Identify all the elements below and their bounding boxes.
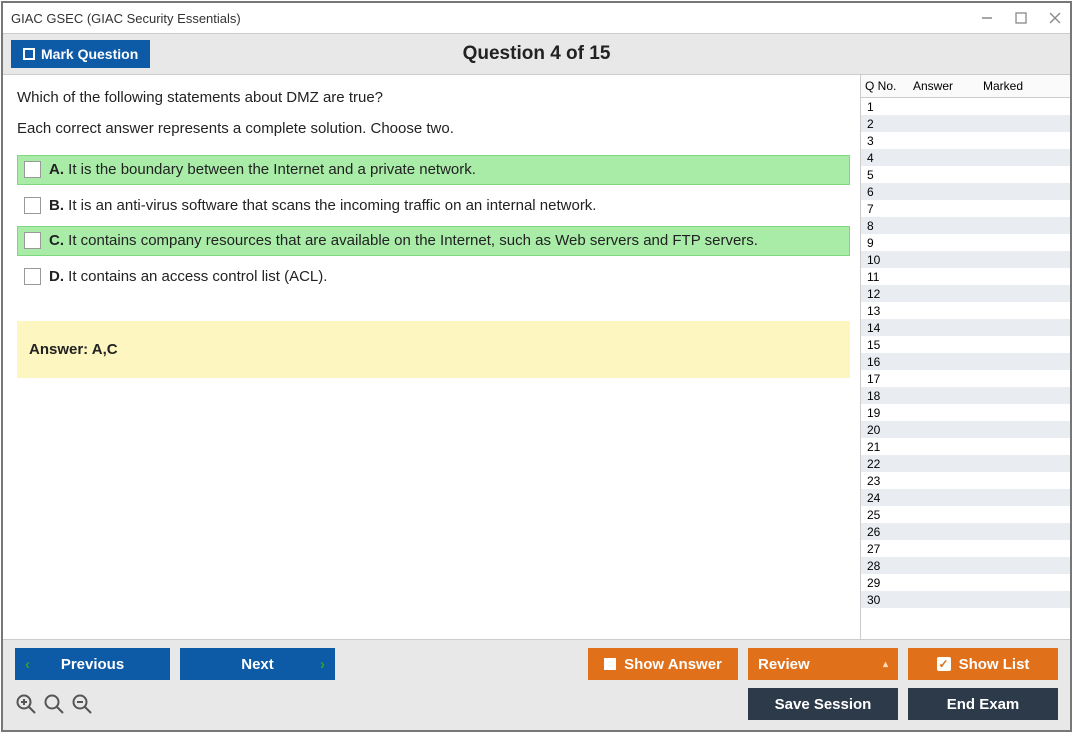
list-header: Q No. Answer Marked [861, 75, 1070, 98]
list-row[interactable]: 21 [861, 438, 1070, 455]
zoom-controls [15, 693, 93, 715]
question-list-panel: Q No. Answer Marked 12345678910111213141… [860, 75, 1070, 639]
window-title: GIAC GSEC (GIAC Security Essentials) [11, 11, 241, 26]
show-answer-button[interactable]: Show Answer [588, 648, 738, 680]
answer-box: Answer: A,C [17, 321, 850, 378]
save-session-button[interactable]: Save Session [748, 688, 898, 720]
option-d[interactable]: D. It contains an access control list (A… [17, 262, 850, 292]
list-row[interactable]: 4 [861, 149, 1070, 166]
zoom-out-icon[interactable] [71, 693, 93, 715]
list-head-marked: Marked [979, 75, 1070, 97]
list-row[interactable]: 8 [861, 217, 1070, 234]
list-row[interactable]: 13 [861, 302, 1070, 319]
list-row[interactable]: 16 [861, 353, 1070, 370]
list-row[interactable]: 17 [861, 370, 1070, 387]
list-row[interactable]: 29 [861, 574, 1070, 591]
option-d-text: D. It contains an access control list (A… [49, 267, 327, 287]
mark-checkbox-icon [23, 48, 35, 60]
list-row[interactable]: 2 [861, 115, 1070, 132]
option-b-checkbox[interactable] [24, 197, 41, 214]
list-row[interactable]: 19 [861, 404, 1070, 421]
window-controls [980, 11, 1062, 25]
previous-button[interactable]: ‹ Previous [15, 648, 170, 680]
zoom-in-icon[interactable] [15, 693, 37, 715]
list-row[interactable]: 5 [861, 166, 1070, 183]
list-row[interactable]: 6 [861, 183, 1070, 200]
list-row[interactable]: 9 [861, 234, 1070, 251]
option-c[interactable]: C. It contains company resources that ar… [17, 226, 850, 256]
end-exam-button[interactable]: End Exam [908, 688, 1058, 720]
list-row[interactable]: 30 [861, 591, 1070, 608]
list-head-no: Q No. [861, 75, 909, 97]
chevron-right-icon: › [320, 656, 325, 673]
list-row[interactable]: 1 [861, 98, 1070, 115]
dropdown-arrow-icon: ▴ [883, 659, 888, 670]
option-c-text: C. It contains company resources that ar… [49, 231, 758, 251]
titlebar: GIAC GSEC (GIAC Security Essentials) [3, 3, 1070, 33]
question-stem-2: Each correct answer represents a complet… [17, 120, 850, 137]
list-row[interactable]: 11 [861, 268, 1070, 285]
option-b-text: B. It is an anti-virus software that sca… [49, 196, 596, 216]
list-row[interactable]: 22 [861, 455, 1070, 472]
list-row[interactable]: 26 [861, 523, 1070, 540]
list-row[interactable]: 28 [861, 557, 1070, 574]
option-a-checkbox[interactable] [24, 161, 41, 178]
close-button[interactable] [1048, 11, 1062, 25]
maximize-button[interactable] [1014, 11, 1028, 25]
list-row[interactable]: 25 [861, 506, 1070, 523]
option-d-checkbox[interactable] [24, 268, 41, 285]
list-row[interactable]: 10 [861, 251, 1070, 268]
mark-question-label: Mark Question [41, 46, 138, 62]
question-list[interactable]: 1234567891011121314151617181920212223242… [861, 98, 1070, 639]
option-c-checkbox[interactable] [24, 232, 41, 249]
list-row[interactable]: 27 [861, 540, 1070, 557]
mark-question-button[interactable]: Mark Question [11, 40, 150, 68]
app-window: GIAC GSEC (GIAC Security Essentials) Mar… [1, 1, 1072, 732]
minimize-button[interactable] [980, 11, 994, 25]
list-row[interactable]: 15 [861, 336, 1070, 353]
review-button[interactable]: Review ▴ [748, 648, 898, 680]
list-row[interactable]: 14 [861, 319, 1070, 336]
option-a-text: A. It is the boundary between the Intern… [49, 160, 476, 180]
question-area: Which of the following statements about … [3, 75, 860, 639]
list-row[interactable]: 24 [861, 489, 1070, 506]
list-row[interactable]: 20 [861, 421, 1070, 438]
question-stem-1: Which of the following statements about … [17, 89, 850, 106]
option-a[interactable]: A. It is the boundary between the Intern… [17, 155, 850, 185]
main-row: Which of the following statements about … [3, 75, 1070, 639]
check-icon: ✓ [937, 657, 951, 671]
chevron-left-icon: ‹ [25, 656, 30, 673]
next-button[interactable]: Next › [180, 648, 335, 680]
answer-label: Answer: A,C [29, 341, 118, 358]
stop-icon [604, 658, 616, 670]
list-row[interactable]: 3 [861, 132, 1070, 149]
list-row[interactable]: 23 [861, 472, 1070, 489]
header-bar: Mark Question Question 4 of 15 [3, 33, 1070, 75]
list-head-answer: Answer [909, 75, 979, 97]
list-row[interactable]: 12 [861, 285, 1070, 302]
footer-bottom: Save Session End Exam [3, 684, 1070, 730]
option-b[interactable]: B. It is an anti-virus software that sca… [17, 191, 850, 221]
question-counter: Question 4 of 15 [463, 43, 611, 65]
list-row[interactable]: 18 [861, 387, 1070, 404]
list-row[interactable]: 7 [861, 200, 1070, 217]
zoom-reset-icon[interactable] [43, 693, 65, 715]
footer-nav: ‹ Previous Next › Show Answer Review ▴ ✓… [3, 639, 1070, 684]
show-list-button[interactable]: ✓ Show List [908, 648, 1058, 680]
